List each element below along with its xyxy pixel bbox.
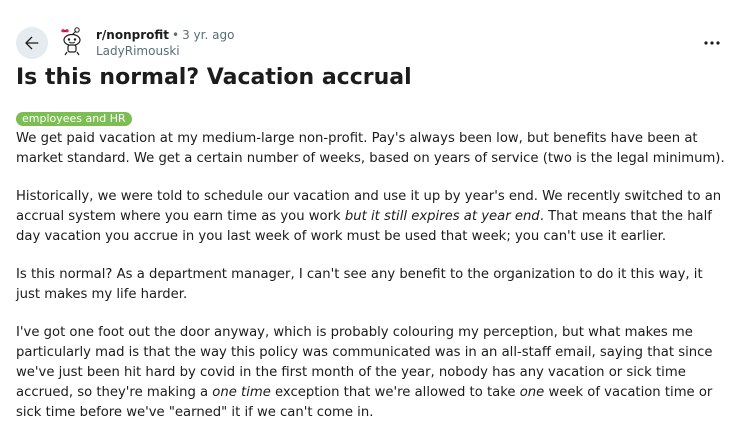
emphasis-text: one <box>519 385 545 400</box>
post-flair[interactable]: employees and HR <box>16 112 132 126</box>
meta-separator: • <box>172 28 180 42</box>
subreddit-link[interactable]: r/nonprofit <box>96 28 169 42</box>
post-meta: r/nonprofit • 3 yr. ago LadyRimouski <box>96 27 234 59</box>
post-time: 3 yr. ago <box>182 28 235 42</box>
emphasis-text: one time <box>212 385 271 400</box>
post-title: Is this normal? Vacation accrual <box>16 65 412 90</box>
paragraph-text: exception that we're allowed to take <box>270 385 520 400</box>
post-paragraph: We get paid vacation at my medium-large … <box>16 129 728 169</box>
snoo-avatar-icon[interactable] <box>56 25 88 57</box>
more-options-button[interactable] <box>700 34 724 52</box>
post-meta-row: r/nonprofit • 3 yr. ago <box>96 27 234 43</box>
arrow-left-icon <box>25 36 39 50</box>
more-horizontal-icon <box>704 41 720 45</box>
back-button[interactable] <box>16 27 48 59</box>
post-paragraph: Is this normal? As a department manager,… <box>16 265 728 305</box>
post-body: We get paid vacation at my medium-large … <box>16 129 728 423</box>
emphasis-text: but it still expires at year end <box>344 209 540 224</box>
paragraph-text: Is this normal? As a department manager,… <box>16 267 703 302</box>
post-paragraph: Historically, we were told to schedule o… <box>16 187 728 247</box>
author-link[interactable]: LadyRimouski <box>96 43 234 59</box>
paragraph-text: We get paid vacation at my medium-large … <box>16 131 725 166</box>
post-page: r/nonprofit • 3 yr. ago LadyRimouski Is th… <box>0 0 732 429</box>
post-paragraph: I've got one foot out the door anyway, w… <box>16 323 728 423</box>
